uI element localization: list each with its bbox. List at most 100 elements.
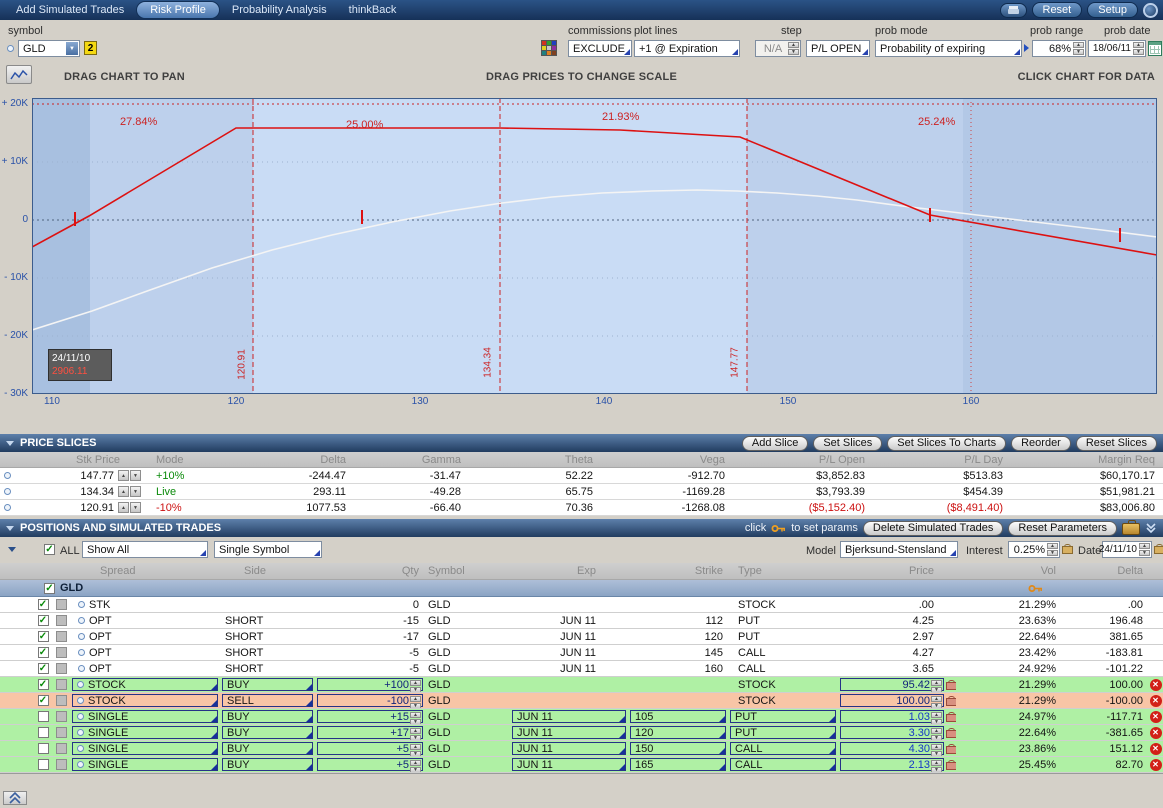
remove-trade-icon[interactable] (1150, 711, 1162, 723)
strike-select[interactable]: 150 (630, 742, 726, 755)
prob-date-stepper[interactable]: 18/06/11 (1088, 40, 1146, 57)
group-set-params-icon[interactable] (1028, 584, 1043, 596)
calendar-icon[interactable] (1148, 41, 1162, 56)
exp-select[interactable]: JUN 11 (512, 710, 626, 723)
globe-icon[interactable] (1143, 3, 1158, 18)
row-flag-box[interactable] (56, 695, 67, 706)
strike-select[interactable]: 165 (630, 758, 726, 771)
collapse-triangle-icon[interactable] (8, 547, 16, 552)
price-lock-icon[interactable] (946, 696, 955, 706)
row-flag-box[interactable] (56, 631, 67, 642)
strike-select[interactable]: 120 (630, 726, 726, 739)
qty-stepper[interactable]: +17 (317, 726, 423, 739)
stepper-arrows-icon[interactable] (1139, 543, 1150, 556)
price-lock-icon[interactable] (946, 680, 955, 690)
row-checkbox[interactable] (38, 615, 49, 626)
symbol-input[interactable]: GLD (18, 40, 80, 57)
row-flag-box[interactable] (56, 663, 67, 674)
price-lock-icon[interactable] (946, 760, 955, 770)
tab-probability-analysis[interactable]: Probability Analysis (222, 1, 337, 19)
row-checkbox[interactable] (38, 711, 49, 722)
stepper-arrows-icon[interactable] (410, 680, 421, 689)
slice-mode[interactable]: Live (144, 484, 189, 499)
row-checkbox[interactable] (38, 743, 49, 754)
price-stepper[interactable]: 1.03 (840, 710, 944, 723)
slice-mode[interactable]: +10% (144, 468, 189, 483)
stepper-arrows-icon[interactable] (931, 712, 942, 721)
delete-simulated-trades-button[interactable]: Delete Simulated Trades (863, 521, 1003, 536)
stepper-arrows-icon[interactable] (410, 744, 421, 753)
row-checkbox[interactable] (38, 631, 49, 642)
spread-select[interactable]: SINGLE (72, 726, 218, 739)
row-checkbox[interactable] (38, 759, 49, 770)
collapse-triangle-icon[interactable] (6, 526, 14, 531)
row-flag-box[interactable] (56, 615, 67, 626)
interest-stepper[interactable]: 0.25% (1008, 541, 1060, 558)
row-checkbox[interactable] (38, 663, 49, 674)
spread-select[interactable]: SINGLE (72, 758, 218, 771)
group-checkbox[interactable] (44, 583, 55, 594)
model-date-stepper[interactable]: 24/11/10 (1102, 541, 1152, 558)
side-select[interactable]: BUY (222, 758, 313, 771)
stepper-arrows-icon[interactable] (931, 680, 942, 689)
exp-select[interactable]: JUN 11 (512, 742, 626, 755)
side-select[interactable]: SELL (222, 694, 313, 707)
show-filter-select[interactable]: Show All (82, 541, 208, 558)
spread-select[interactable]: SINGLE (72, 742, 218, 755)
price-lock-icon[interactable] (946, 712, 955, 722)
plot-lines-select[interactable]: +1 @ Expiration (634, 40, 740, 57)
slice-mode[interactable]: -10% (144, 500, 189, 515)
qty-stepper[interactable]: +5 (317, 742, 423, 755)
remove-trade-icon[interactable] (1150, 727, 1162, 739)
setup-button[interactable]: Setup (1087, 2, 1138, 18)
stepper-arrows-icon[interactable] (931, 728, 942, 737)
price-stepper[interactable]: 2.13 (840, 758, 944, 771)
price-stepper[interactable]: 4.30 (840, 742, 944, 755)
row-flag-box[interactable] (56, 759, 67, 770)
remove-trade-icon[interactable] (1150, 743, 1162, 755)
spread-select[interactable]: STOCK (72, 694, 218, 707)
slice-price-stepper[interactable] (118, 502, 141, 513)
stepper-arrows-icon[interactable] (410, 712, 421, 721)
qty-stepper[interactable]: -100 (317, 694, 423, 707)
collapse-all-icon[interactable] (1145, 522, 1157, 534)
stepper-arrows-icon[interactable] (931, 696, 942, 705)
prob-mode-select[interactable]: Probability of expiring (875, 40, 1022, 57)
side-select[interactable]: BUY (222, 726, 313, 739)
stepper-arrows-icon[interactable] (1047, 543, 1058, 556)
set-slices-to-charts-button[interactable]: Set Slices To Charts (887, 436, 1006, 451)
risk-profile-chart[interactable]: + 20K + 10K 0 - 10K - 20K - 30K 110 120 … (0, 88, 1163, 434)
stepper-arrows-icon[interactable] (1133, 42, 1144, 55)
symbol-group-row[interactable]: GLD (0, 580, 1163, 597)
chart-style-button[interactable] (6, 65, 32, 84)
link-group-badge[interactable]: 2 (84, 41, 97, 55)
exp-select[interactable]: JUN 11 (512, 726, 626, 739)
stepper-arrows-icon[interactable] (410, 760, 421, 769)
price-lock-icon[interactable] (946, 744, 955, 754)
qty-stepper[interactable]: +15 (317, 710, 423, 723)
prob-range-stepper[interactable]: 68% (1032, 40, 1086, 57)
collapse-triangle-icon[interactable] (6, 441, 14, 446)
remove-trade-icon[interactable] (1150, 695, 1162, 707)
qty-stepper[interactable]: +5 (317, 758, 423, 771)
row-checkbox[interactable] (38, 647, 49, 658)
row-flag-box[interactable] (56, 647, 67, 658)
spread-select[interactable]: STOCK (72, 678, 218, 691)
strike-select[interactable]: 105 (630, 710, 726, 723)
step-stepper[interactable]: N/A (755, 40, 801, 57)
row-checkbox[interactable] (38, 695, 49, 706)
slice-price-stepper[interactable] (118, 470, 141, 481)
reset-button[interactable]: Reset (1032, 2, 1083, 18)
stepper-arrows-icon[interactable] (410, 728, 421, 737)
color-grid-icon[interactable] (541, 40, 557, 56)
tab-risk-profile[interactable]: Risk Profile (136, 1, 220, 19)
row-flag-box[interactable] (56, 743, 67, 754)
tab-add-simulated-trades[interactable]: Add Simulated Trades (6, 1, 134, 19)
expand-arrow-icon[interactable] (1024, 44, 1029, 52)
risk-profile-graph[interactable] (32, 98, 1157, 394)
model-select[interactable]: Bjerksund-Stensland (840, 541, 958, 558)
all-checkbox[interactable] (44, 544, 55, 555)
date-lock-icon[interactable] (1154, 544, 1163, 554)
exp-select[interactable]: JUN 11 (512, 758, 626, 771)
remove-trade-icon[interactable] (1150, 759, 1162, 771)
